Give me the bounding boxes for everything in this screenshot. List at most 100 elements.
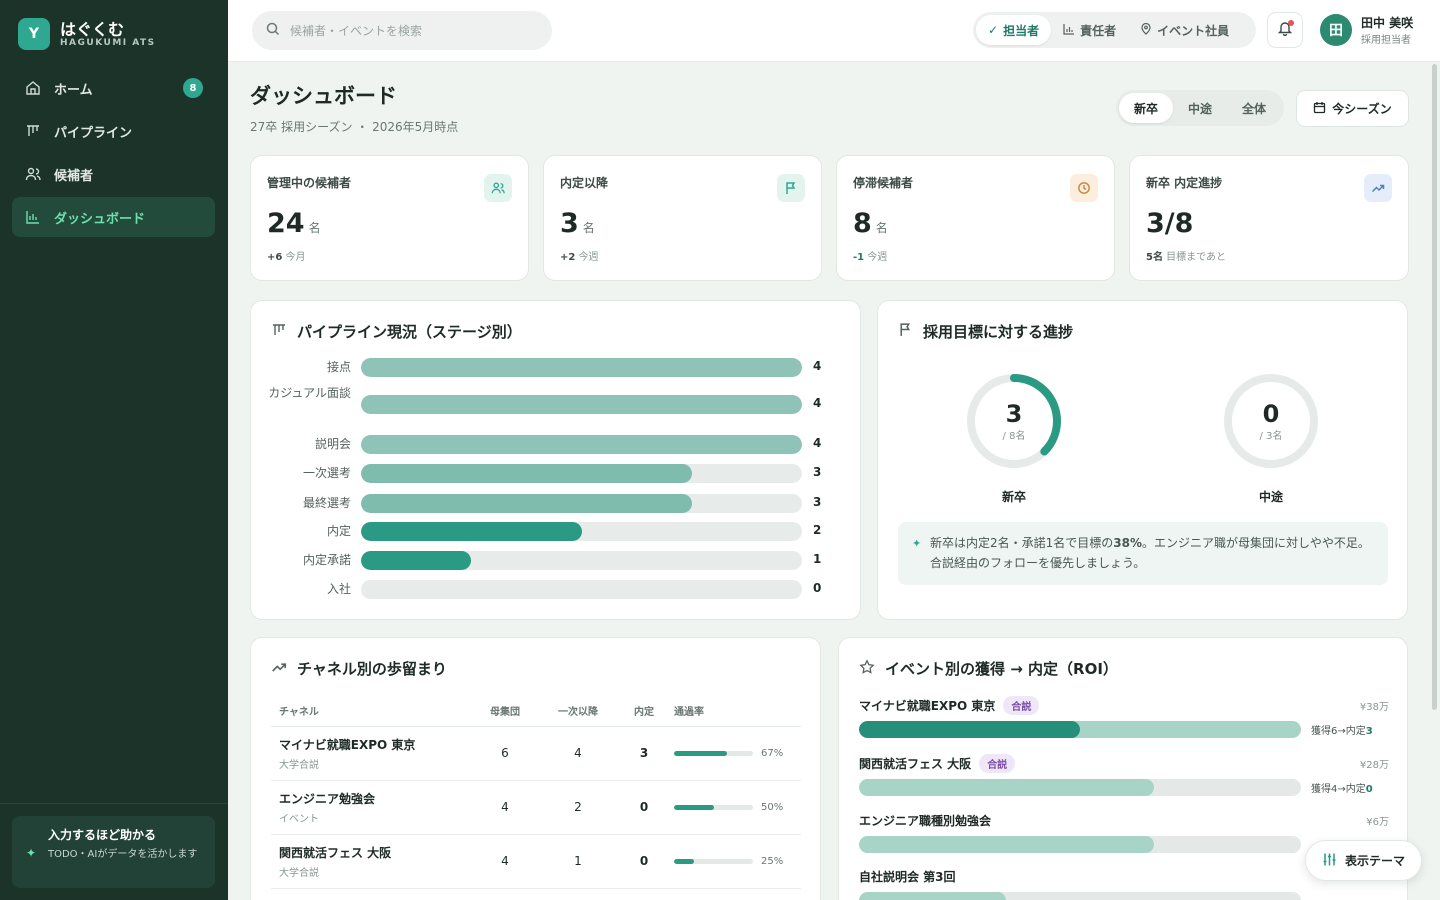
offer-cell: 3 xyxy=(622,726,666,781)
channel-cell: 関西就活フェス 大阪 大学合説 xyxy=(271,834,476,889)
search-box[interactable] xyxy=(252,11,552,50)
pipeline-stage-count: 3 xyxy=(813,495,822,509)
pipeline-stage-row[interactable]: 入社 0 xyxy=(251,580,851,602)
notification-button[interactable] xyxy=(1267,12,1303,48)
sidebar-item-home[interactable]: ホーム 8 xyxy=(12,68,215,108)
sidebar-nav: ホーム 8 パイプライン 候補者 ダッシュボード xyxy=(12,68,215,240)
table-row[interactable]: マイナビ就職EXPO 東京 大学合説 6 4 3 67% xyxy=(271,726,801,781)
page-title: ダッシュボード xyxy=(250,84,397,108)
stat-label: 内定以降 xyxy=(560,176,609,190)
ring-value: 3 xyxy=(1005,399,1023,428)
pipeline-stage-row[interactable]: カジュアル面談 4 xyxy=(251,386,851,417)
column-header: 母集団 xyxy=(476,696,534,727)
pipeline-stage-count: 3 xyxy=(813,465,822,479)
event-bar-track xyxy=(859,721,1301,738)
user-menu[interactable]: 田 田中 美咲 採用担当者 xyxy=(1320,14,1413,46)
channel-kind: イベント xyxy=(279,813,319,825)
table-row[interactable]: 関西就活フェス 大阪 大学合説 4 1 0 25% xyxy=(271,834,801,889)
avatar: 田 xyxy=(1320,14,1352,46)
offer-cell: 0 xyxy=(622,780,666,835)
pipeline-stage-label: 内定承諾 xyxy=(302,553,351,567)
event-cost: ¥38万 xyxy=(1359,701,1389,713)
pipeline-stage-label: 入社 xyxy=(326,582,351,596)
ring-center: 0 / 3名 xyxy=(1222,372,1320,470)
event-tag: 合説 xyxy=(1003,695,1040,715)
event-tag: 合説 xyxy=(979,753,1016,773)
sidebar: Y はぐくむ HAGUKUMI ATS ホーム 8 パイプライン 候補者 ダッシ… xyxy=(0,0,228,900)
chart-icon xyxy=(24,208,42,226)
pipeline-stage-count: 0 xyxy=(813,581,822,595)
pipeline-bar-track xyxy=(361,358,802,377)
channel-name: マイナビ就職EXPO 東京 xyxy=(279,737,416,752)
pipeline-bar-track xyxy=(361,435,802,454)
role-tab-assignee[interactable]: ✓ 担当者 xyxy=(976,15,1052,45)
sidebar-item-label: ダッシュボード xyxy=(54,211,146,227)
channel-yield-card: チャネル別の歩留まり チャネル 母集団 一次以降 内定 通過率 マイナビ就職EX… xyxy=(250,637,821,900)
type-tab-all[interactable]: 全体 xyxy=(1227,93,1281,123)
season-button[interactable]: 今シーズン xyxy=(1296,90,1409,127)
event-row[interactable]: マイナビ就職EXPO 東京 合説 ¥38万 獲得6→内定3 xyxy=(859,695,1389,738)
event-cost: ¥6万 xyxy=(1366,816,1389,828)
stat-card-offers[interactable]: 内定以降 3名 +2 今週 xyxy=(543,155,822,281)
pipeline-stage-count: 4 xyxy=(813,396,822,410)
type-tab-new-grad[interactable]: 新卒 xyxy=(1119,93,1173,123)
pipeline-stage-row[interactable]: 最終選考 3 xyxy=(251,494,851,516)
stat-card-new-grad-progress[interactable]: 新卒 内定進捗 3/8 5名 目標まであと xyxy=(1129,155,1409,281)
trend-icon xyxy=(1364,174,1392,202)
bar-chart-icon xyxy=(1063,23,1075,38)
pipeline-stage-row[interactable]: 一次選考 3 xyxy=(251,464,851,486)
display-theme-button[interactable]: 表示テーマ xyxy=(1305,840,1422,881)
promo-card[interactable]: ✦ 入力するほど助かる TODO・AIがデータを活かします xyxy=(12,816,215,888)
stat-value: 3/8 xyxy=(1146,208,1194,239)
rate-bar xyxy=(674,804,714,810)
sidebar-item-label: パイプライン xyxy=(54,125,133,141)
event-stat: 獲得6→内定3 xyxy=(1311,726,1373,737)
topbar: ✓ 担当者 責任者 イベント社員 田 田中 美咲 採用担当者 xyxy=(228,0,1440,62)
event-acquired-bar xyxy=(859,779,1154,796)
stat-value: 8名 xyxy=(853,208,888,239)
ring-mid-career[interactable]: 0 / 3名 中途 xyxy=(1222,372,1320,505)
sidebar-item-dashboard[interactable]: ダッシュボード xyxy=(12,197,215,237)
pipeline-stage-row[interactable]: 説明会 4 xyxy=(251,435,851,457)
channel-table: チャネル 母集団 一次以降 内定 通過率 マイナビ就職EXPO 東京 大学合説 6 4… xyxy=(271,696,801,889)
event-row[interactable]: 関西就活フェス 大阪 合説 ¥28万 獲得4→内定0 xyxy=(859,753,1389,796)
pipeline-stage-row[interactable]: 内定承諾 1 xyxy=(251,551,851,573)
rate-bar xyxy=(674,750,727,756)
star-icon xyxy=(859,658,875,679)
ai-insight: ✦ 新卒は内定2名・承諾1名で目標の38%。エンジニア職が母集団に対しやや不足。… xyxy=(898,522,1388,585)
ring-target: / 8名 xyxy=(1002,430,1026,442)
check-icon: ✓ xyxy=(988,23,999,37)
event-cost: ¥28万 xyxy=(1359,759,1389,771)
search-input[interactable] xyxy=(290,23,530,38)
pipeline-bar xyxy=(361,358,802,377)
event-roi-title: イベント別の獲得 → 内定（ROI） xyxy=(859,658,1118,679)
sidebar-divider xyxy=(0,803,228,804)
page-subtitle: 27卒 採用シーズン ・ 2026年5月時点 xyxy=(250,120,459,134)
sliders-icon xyxy=(1322,852,1337,870)
stat-card-managed[interactable]: 管理中の候補者 24 名 +6 今月 xyxy=(250,155,529,281)
pipeline-stage-label: 説明会 xyxy=(314,437,351,451)
pipeline-stage-row[interactable]: 内定 2 xyxy=(251,522,851,544)
ring-new-grad[interactable]: 3 / 8名 新卒 xyxy=(965,372,1063,505)
table-row[interactable]: エンジニア勉強会 イベント 4 2 0 50% xyxy=(271,780,801,835)
role-tab-event-staff[interactable]: イベント社員 xyxy=(1128,15,1241,45)
brand[interactable]: Y はぐくむ HAGUKUMI ATS xyxy=(18,18,156,50)
type-tab-mid-career[interactable]: 中途 xyxy=(1173,93,1227,123)
pipeline-card: パイプライン現況（ステージ別） 接点 4 カジュアル面談 4 説明会 4 一次選考 3 最終選考… xyxy=(250,300,861,620)
sidebar-item-candidates[interactable]: 候補者 xyxy=(12,154,215,194)
pipeline-stage-row[interactable]: 接点 4 xyxy=(251,358,851,380)
stat-card-stalled[interactable]: 停滞候補者 8名 -1 今週 xyxy=(836,155,1115,281)
calendar-icon xyxy=(1313,101,1326,117)
pipeline-stage-label: 最終選考 xyxy=(302,496,351,510)
ring-target: / 3名 xyxy=(1259,430,1283,442)
pipeline-stage-count: 2 xyxy=(813,523,822,537)
rate-label: 67% xyxy=(761,747,784,759)
stat-label: 停滞候補者 xyxy=(853,176,914,190)
rate-track xyxy=(674,750,753,756)
role-tab-manager[interactable]: 責任者 xyxy=(1051,15,1128,45)
pipeline-icon xyxy=(271,322,287,342)
page-scrollbar[interactable] xyxy=(1432,64,1437,710)
sidebar-item-pipeline[interactable]: パイプライン xyxy=(12,111,215,151)
search-icon xyxy=(266,22,280,40)
sparkle-icon: ✦ xyxy=(26,846,37,860)
